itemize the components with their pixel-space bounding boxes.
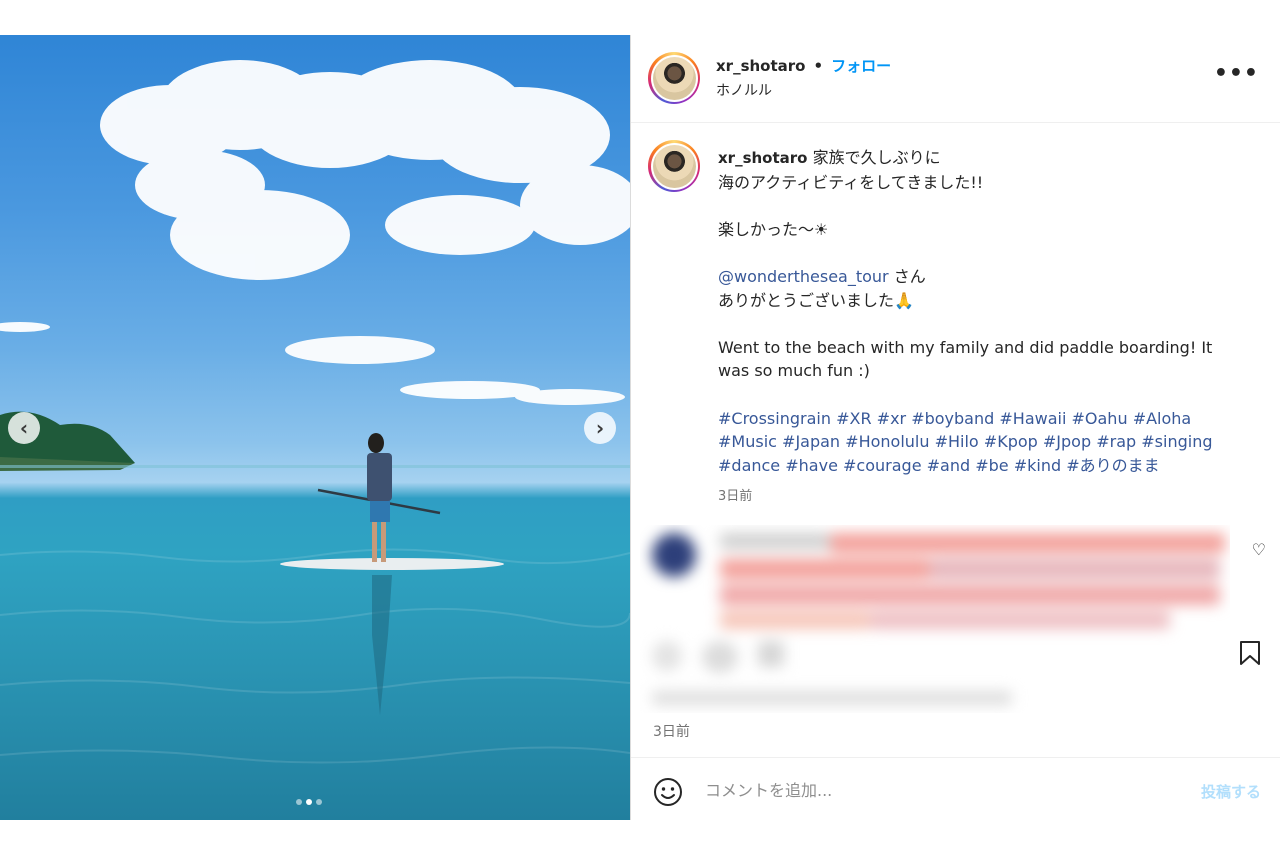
hashtag-link[interactable]: #Crossingrain (718, 409, 831, 428)
hashtag-link[interactable]: #have (785, 456, 838, 475)
separator-dot: • (813, 56, 824, 75)
hashtag-link[interactable]: #ありのまま (1066, 456, 1159, 475)
hashtag-row: #Crossingrain #XR #xr #boyband #Hawaii #… (718, 407, 1248, 431)
bookmark-icon[interactable] (1238, 640, 1262, 670)
hashtag-link[interactable]: #xr (877, 409, 906, 428)
caption-avatar[interactable] (648, 140, 700, 192)
carousel-next-button[interactable]: › (584, 412, 616, 444)
carousel-dot (316, 799, 322, 805)
post-location[interactable]: ホノルル (716, 80, 772, 100)
blurred-comment (640, 525, 1230, 713)
follow-button[interactable]: フォロー (831, 55, 891, 76)
carousel-dot (296, 799, 302, 805)
hashtag-link[interactable]: #rap (1096, 432, 1136, 451)
hashtag-link[interactable]: #Oahu (1072, 409, 1128, 428)
hashtag-link[interactable]: #dance (718, 456, 780, 475)
hashtag-link[interactable]: #kind (1014, 456, 1061, 475)
post-comment-button[interactable]: 投稿する (1201, 781, 1261, 802)
caption-text-line: 家族で久しぶりに (812, 148, 941, 167)
avatar-image (652, 144, 696, 188)
caption-english-line: Went to the beach with my family and did… (718, 337, 1213, 357)
chevron-right-icon: › (595, 416, 605, 440)
heart-icon[interactable]: ♡ (1252, 540, 1266, 559)
comment-input[interactable] (705, 776, 1175, 804)
more-options-icon[interactable]: ••• (1214, 63, 1259, 85)
hashtag-link[interactable]: #Hilo (935, 432, 979, 451)
carousel-prev-button[interactable]: ‹ (8, 412, 40, 444)
carousel-dot-active (306, 799, 312, 805)
hashtag-row: #dance #have #courage #and #be #kind #あり… (718, 454, 1248, 478)
mention-link[interactable]: @wonderthesea_tour (718, 267, 889, 286)
commenter-avatar (652, 533, 696, 577)
hashtag-link[interactable]: #be (975, 456, 1008, 475)
hashtag-link[interactable]: #courage (843, 456, 922, 475)
post-timestamp: 3日前 (653, 724, 690, 740)
hashtag-link[interactable]: #Kpop (984, 432, 1038, 451)
emoji-icon[interactable] (653, 777, 683, 811)
caption-body: xr_shotaro 家族で久しぶりに 海のアクティビティをしてきました!! 楽… (718, 146, 1248, 509)
hashtag-link[interactable]: #Jpop (1043, 432, 1091, 451)
hashtag-link[interactable]: #Japan (782, 432, 840, 451)
photo-scene (0, 60, 630, 764)
post-detail-panel: xr_shotaro • フォロー ホノルル ••• xr_shotaro 家族… (630, 35, 1280, 820)
caption-text: さん (888, 266, 926, 286)
header-top-row: xr_shotaro • フォロー (716, 55, 891, 76)
hashtag-link[interactable]: #singing (1141, 432, 1212, 451)
hashtag-link[interactable]: #XR (836, 409, 871, 428)
caption-username[interactable]: xr_shotaro (718, 149, 807, 167)
caption-english-line: was so much fun :) (718, 361, 870, 381)
hashtag-link[interactable]: #Music (718, 432, 777, 451)
caption-text-line: 海のアクティビティをしてきました!! (718, 172, 984, 192)
carousel-indicator (296, 799, 322, 805)
caption-timestamp: 3日前 (718, 489, 753, 505)
caption-text-line: ありがとうございました🙏 (718, 290, 914, 310)
hashtag-link[interactable]: #boyband (911, 409, 994, 428)
hashtag-link[interactable]: #Aloha (1133, 409, 1192, 428)
post-header: xr_shotaro • フォロー ホノルル ••• (631, 35, 1280, 123)
author-username[interactable]: xr_shotaro (716, 57, 805, 75)
hashtag-link[interactable]: #Hawaii (999, 409, 1066, 428)
post-photo[interactable]: ‹ › (0, 35, 630, 820)
add-comment-bar: 投稿する (631, 757, 1280, 820)
chevron-left-icon: ‹ (19, 416, 29, 440)
hashtag-link[interactable]: #and (927, 456, 971, 475)
author-avatar[interactable] (648, 52, 700, 104)
hashtag-row: #Music #Japan #Honolulu #Hilo #Kpop #Jpo… (718, 430, 1248, 454)
avatar-image (652, 56, 696, 100)
hashtag-link[interactable]: #Honolulu (845, 432, 929, 451)
caption-text-line: 楽しかった〜☀ (718, 219, 829, 239)
